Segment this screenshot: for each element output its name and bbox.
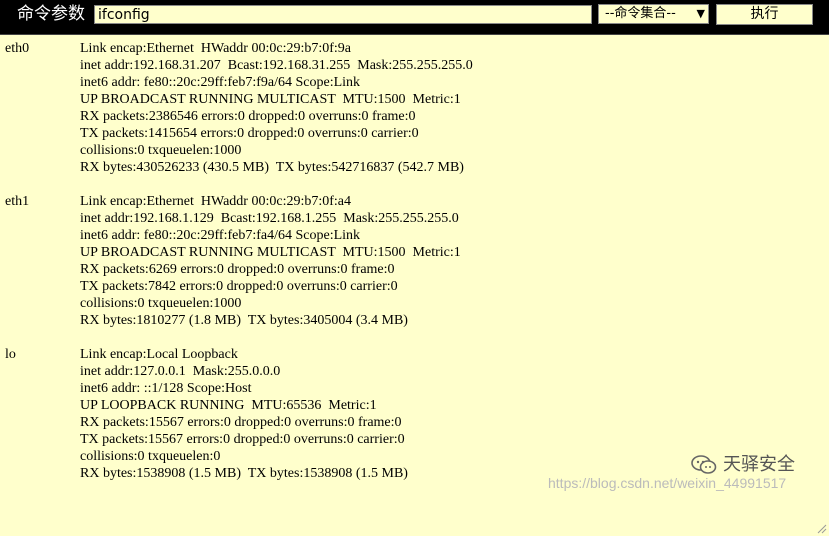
output-line: inet addr:127.0.0.1 Mask:255.0.0.0	[80, 364, 281, 379]
iface-name: eth1	[5, 194, 30, 209]
output-line: inet addr:192.168.31.207 Bcast:192.168.3…	[80, 58, 473, 73]
dropdown-arrow-icon: ▼	[696, 7, 705, 20]
resize-grip-icon[interactable]	[815, 522, 827, 534]
output-line: Link encap:Ethernet HWaddr 00:0c:29:b7:0…	[80, 41, 352, 56]
command-input[interactable]	[94, 5, 592, 24]
output-line: RX packets:6269 errors:0 dropped:0 overr…	[80, 262, 395, 277]
command-set-select[interactable]: --命令集合-- ▼	[598, 4, 709, 24]
output-line: UP LOOPBACK RUNNING MTU:65536 Metric:1	[80, 398, 377, 413]
output-line: UP BROADCAST RUNNING MULTICAST MTU:1500 …	[80, 245, 461, 260]
output-line: RX bytes:430526233 (430.5 MB) TX bytes:5…	[80, 160, 464, 175]
output-line: inet6 addr: fe80::20c:29ff:feb7:f9a/64 S…	[80, 75, 361, 90]
output-line: RX bytes:1538908 (1.5 MB) TX bytes:15389…	[80, 466, 408, 481]
output-line: TX packets:15567 errors:0 dropped:0 over…	[80, 432, 405, 447]
output-line: RX packets:2386546 errors:0 dropped:0 ov…	[80, 109, 416, 124]
watermark-url: https://blog.csdn.net/weixin_44991517	[548, 475, 787, 491]
iface-name: lo	[5, 347, 16, 362]
command-toolbar: 命令参数 --命令集合-- ▼ 执行	[0, 0, 829, 30]
output-line: UP BROADCAST RUNNING MULTICAST MTU:1500 …	[80, 92, 461, 107]
command-label: 命令参数	[17, 4, 85, 24]
output-line: inet addr:192.168.1.129 Bcast:192.168.1.…	[80, 211, 459, 226]
command-set-select-value: --命令集合--	[605, 6, 676, 21]
output-line: Link encap:Ethernet HWaddr 00:0c:29:b7:0…	[80, 194, 352, 209]
output-line: inet6 addr: fe80::20c:29ff:feb7:fa4/64 S…	[80, 228, 361, 243]
output-line: collisions:0 txqueuelen:0	[80, 449, 221, 464]
output-line: TX packets:7842 errors:0 dropped:0 overr…	[80, 279, 398, 294]
output-line: RX packets:15567 errors:0 dropped:0 over…	[80, 415, 402, 430]
output-line: collisions:0 txqueuelen:1000	[80, 143, 242, 158]
output-line: inet6 addr: ::1/128 Scope:Host	[80, 381, 252, 396]
output-line: Link encap:Local Loopback	[80, 347, 238, 362]
wechat-icon	[691, 455, 717, 474]
output-line: TX packets:1415654 errors:0 dropped:0 ov…	[80, 126, 419, 141]
output-line: collisions:0 txqueuelen:1000	[80, 296, 242, 311]
execute-button[interactable]: 执行	[716, 4, 813, 25]
iface-name: eth0	[5, 41, 30, 56]
output-line: RX bytes:1810277 (1.8 MB) TX bytes:34050…	[80, 313, 408, 328]
watermark-brand: 天驿安全	[723, 454, 795, 475]
